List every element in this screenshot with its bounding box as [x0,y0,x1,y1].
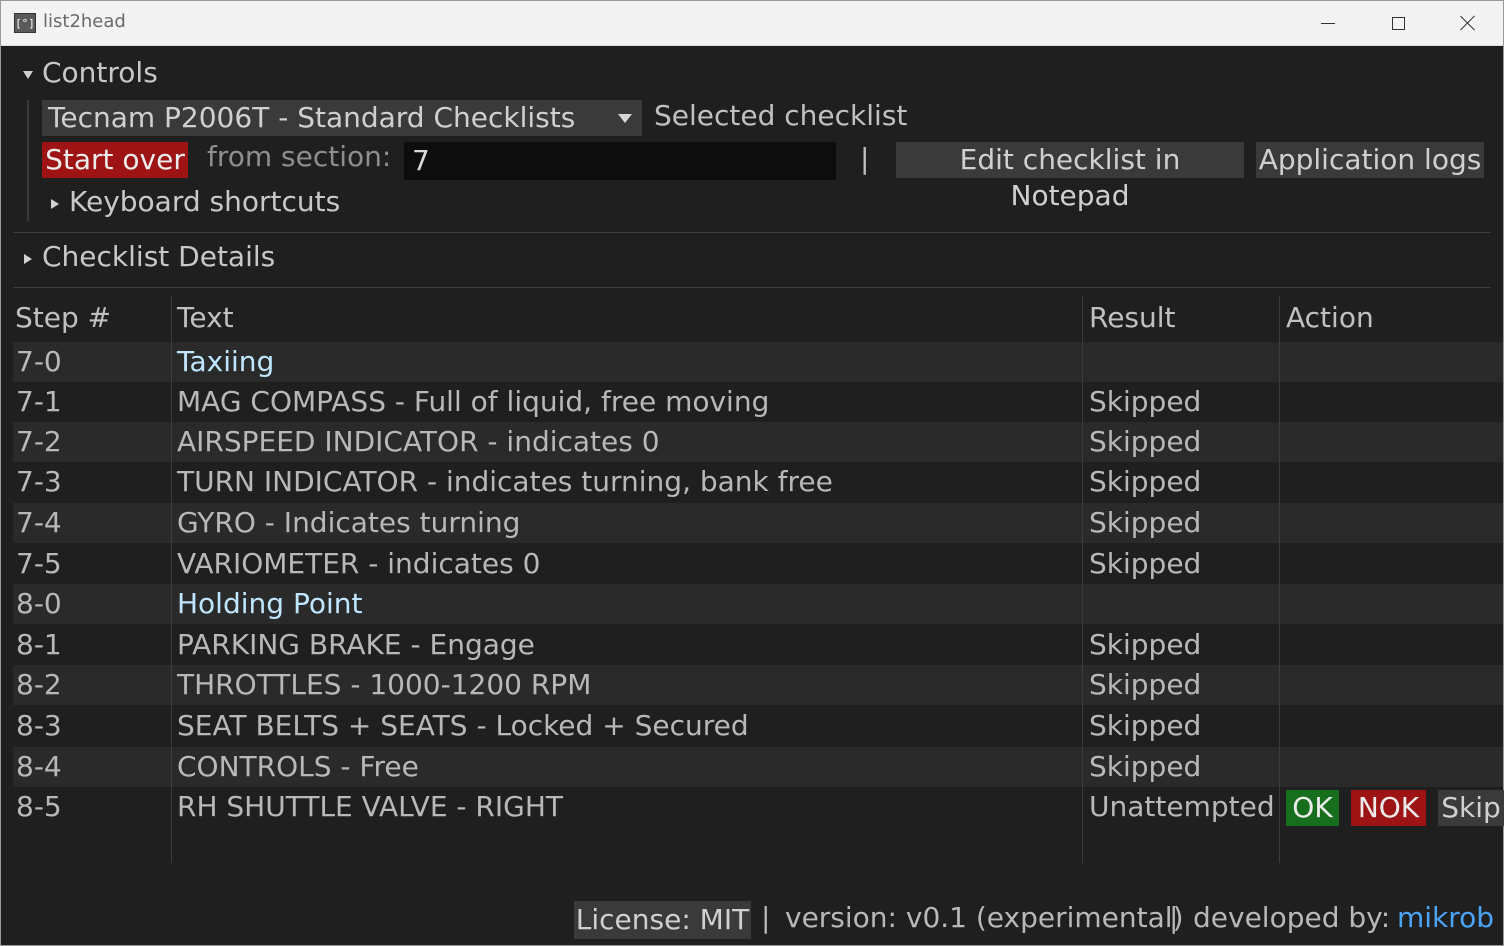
version-text: version: v0.1 (experimental) [785,901,1184,934]
column-divider [1279,296,1280,863]
column-header-step: Step # [15,301,112,334]
triangle-down-icon [23,71,33,79]
keyboard-shortcuts-header[interactable]: Keyboard shortcuts [69,185,340,218]
step-number: 7-0 [16,345,62,378]
edit-checklist-button[interactable]: Edit checklist in Notepad [896,142,1244,212]
step-text: VARIOMETER - indicates 0 [177,547,541,580]
step-result: Skipped [1089,709,1202,742]
application-logs-button[interactable]: Application logs [1256,142,1484,178]
step-result: Skipped [1089,385,1202,418]
checklist-details-toggle[interactable] [24,254,32,264]
ok-button[interactable]: OK [1286,790,1339,826]
start-over-button[interactable]: Start over [42,142,188,178]
step-text: PARKING BRAKE - Engage [177,628,535,661]
step-result: Skipped [1089,628,1202,661]
minimize-button[interactable] [1293,1,1363,45]
developer-link[interactable]: mikrob [1397,901,1494,934]
step-number: 7-4 [16,506,62,539]
checklist-select-label: Selected checklist [654,99,908,132]
step-number: 8-2 [16,668,62,701]
from-section-label: from section: [207,140,392,173]
footer-separator: | [1169,901,1179,934]
close-icon [1460,15,1476,31]
dropdown-arrow-icon [618,114,632,123]
step-result: Skipped [1089,425,1202,458]
license-button[interactable]: License: MIT [574,901,751,939]
developed-by-label: developed by: [1193,901,1391,934]
step-number: 8-1 [16,628,62,661]
nok-button[interactable]: NOK [1351,790,1426,826]
step-text: GYRO - Indicates turning [177,506,521,539]
column-divider [171,296,172,863]
app-window: [°] list2head Controls Tecnam P2006T - S… [0,0,1504,946]
checklist-select[interactable]: Tecnam P2006T - Standard Checklists [42,100,642,136]
step-result: Skipped [1089,506,1202,539]
minimize-icon [1321,22,1335,24]
step-result: Skipped [1089,668,1202,701]
step-number: 8-5 [16,790,62,823]
step-text: TURN INDICATOR - indicates turning, bank… [177,465,833,498]
step-text: RH SHUTTLE VALVE - RIGHT [177,790,563,823]
footer-separator: | [761,901,771,934]
step-number: 7-2 [16,425,62,458]
close-button[interactable] [1433,1,1503,45]
checklist-select-value: Tecnam P2006T - Standard Checklists [48,101,576,134]
section-heading: Holding Point [177,587,363,620]
divider [13,232,1491,233]
controls-collapse-toggle[interactable] [23,71,33,79]
step-number: 7-5 [16,547,62,580]
step-result: Unattempted [1089,790,1275,823]
controls-indent-line [27,100,29,221]
step-text: AIRSPEED INDICATOR - indicates 0 [177,425,660,458]
step-result: Skipped [1089,465,1202,498]
section-heading: Taxiing [177,345,275,378]
skip-button[interactable]: Skip [1438,790,1504,826]
step-number: 7-1 [16,385,62,418]
maximize-button[interactable] [1363,1,1433,45]
step-result: Skipped [1089,547,1202,580]
triangle-right-icon [24,254,32,264]
step-text: SEAT BELTS + SEATS - Locked + Secured [177,709,749,742]
step-text: MAG COMPASS - Full of liquid, free movin… [177,385,770,418]
step-number: 8-4 [16,750,62,783]
controls-header[interactable]: Controls [42,56,158,89]
step-number: 8-3 [16,709,62,742]
step-result: Skipped [1089,750,1202,783]
from-section-input[interactable]: 7 [404,142,836,180]
column-divider [1082,296,1083,863]
triangle-right-icon [51,199,59,209]
separator: | [860,142,870,175]
column-header-text: Text [177,301,234,334]
checklist-details-header[interactable]: Checklist Details [42,240,275,273]
step-text: THROTTLES - 1000-1200 RPM [177,668,592,701]
step-text: CONTROLS - Free [177,750,419,783]
step-number: 8-0 [16,587,62,620]
divider [13,287,1491,288]
window-title: list2head [43,11,126,32]
column-header-action: Action [1286,301,1374,334]
title-bar[interactable]: [°] list2head [1,1,1503,46]
step-number: 7-3 [16,465,62,498]
maximize-icon [1391,16,1405,30]
keyboard-shortcuts-toggle[interactable] [51,199,59,209]
app-icon: [°] [14,13,36,33]
column-header-result: Result [1089,301,1176,334]
